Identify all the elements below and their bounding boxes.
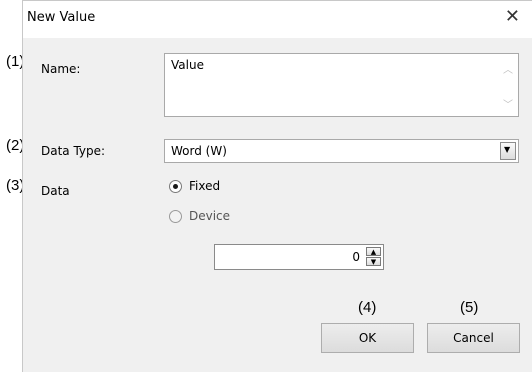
data-type-label: Data Type:: [41, 144, 106, 158]
close-icon[interactable]: ✕: [505, 7, 520, 27]
name-label: Name:: [41, 62, 81, 76]
dialog-title: New Value: [27, 10, 96, 25]
fixed-value-spinner[interactable]: 0 ▲ ▼: [214, 244, 384, 270]
radio-unselected-icon[interactable]: [169, 209, 182, 223]
radio-device-label: Device: [189, 209, 231, 223]
data-label: Data: [41, 184, 70, 198]
textarea-scrollbar[interactable]: ︿ ﹀: [501, 55, 517, 115]
fixed-value: 0: [352, 250, 360, 264]
new-value-dialog: New Value ✕ Name: Value ︿ ﹀ Data Type: W…: [22, 0, 532, 372]
name-textarea[interactable]: Value ︿ ﹀: [164, 53, 519, 117]
dropdown-arrow-icon[interactable]: ▼: [500, 142, 516, 160]
radio-fixed-label: Fixed: [189, 179, 221, 193]
radio-selected-icon[interactable]: [169, 179, 182, 193]
spin-down-icon[interactable]: ▼: [366, 257, 381, 266]
cancel-button[interactable]: Cancel: [427, 323, 520, 353]
data-type-select[interactable]: Word (W) ▼: [164, 139, 519, 163]
spinner-arrows[interactable]: ▲ ▼: [366, 247, 381, 267]
name-value: Value: [171, 58, 204, 72]
data-type-value: Word (W): [171, 144, 227, 158]
chevron-up-icon[interactable]: ︿: [503, 61, 513, 76]
title-bar: New Value ✕: [23, 1, 532, 38]
ok-button[interactable]: OK: [321, 323, 414, 353]
radio-device[interactable]: Device: [169, 209, 230, 223]
spin-up-icon[interactable]: ▲: [366, 247, 381, 256]
radio-fixed[interactable]: Fixed: [169, 179, 220, 193]
callout-5: (5): [460, 299, 479, 316]
chevron-down-icon[interactable]: ﹀: [503, 96, 513, 111]
callout-4: (4): [358, 299, 377, 316]
